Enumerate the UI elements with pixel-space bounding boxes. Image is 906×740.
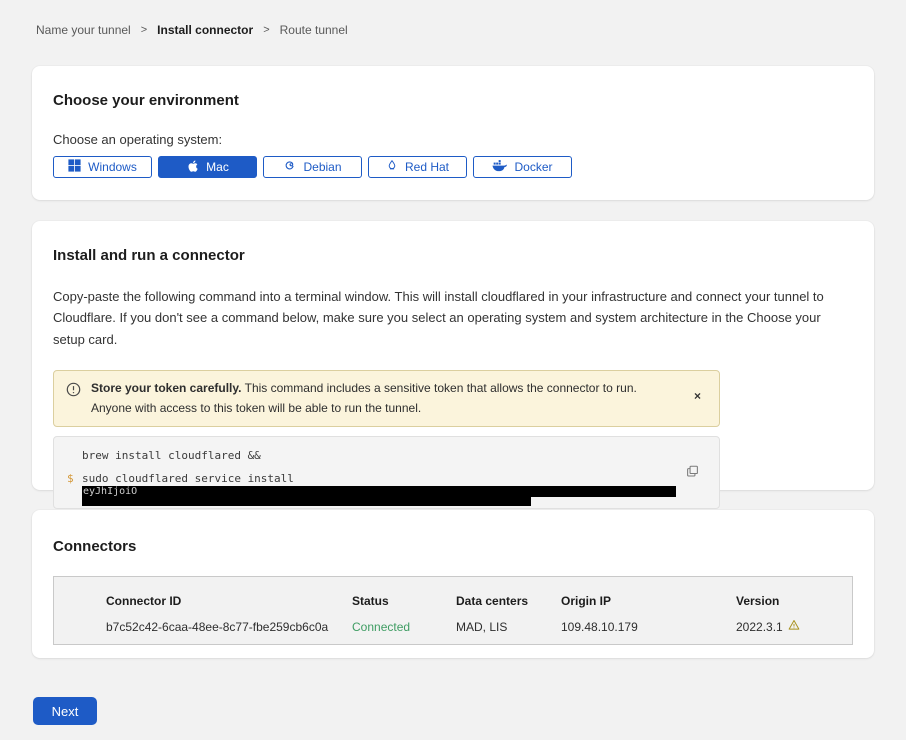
os-button-debian[interactable]: Debian [263, 156, 362, 178]
table-row: b7c52c42-6caa-48ee-8c77-fbe259cb6c0a Con… [106, 619, 852, 634]
column-header-version: Version [736, 594, 852, 608]
os-button-windows[interactable]: Windows [53, 156, 152, 178]
install-card-title: Install and run a connector [53, 247, 853, 264]
connector-id-value: b7c52c42-6caa-48ee-8c77-fbe259cb6c0a [106, 620, 352, 634]
os-button-label: Debian [303, 160, 341, 174]
breadcrumb-name-your-tunnel[interactable]: Name your tunnel [36, 23, 131, 37]
tunnel-setup-page: Name your tunnel > Install connector > R… [0, 0, 906, 740]
warning-title: Store your token carefully. [91, 381, 242, 395]
redacted-token-bar-2 [82, 497, 531, 506]
copy-icon[interactable] [684, 463, 701, 483]
redhat-icon [386, 159, 398, 175]
table-header-row: Connector ID Status Data centers Origin … [106, 594, 852, 608]
install-card: Install and run a connector Copy-paste t… [32, 221, 874, 490]
debian-icon [283, 159, 296, 175]
breadcrumb-install-connector[interactable]: Install connector [157, 23, 253, 37]
os-button-docker[interactable]: Docker [473, 156, 572, 178]
shell-prompt: $ [67, 472, 82, 485]
column-header-status: Status [352, 594, 456, 608]
redacted-token-bar: eyJhIjoiO [82, 486, 676, 497]
warning-triangle-icon [788, 619, 800, 634]
connectors-table: Connector ID Status Data centers Origin … [53, 576, 853, 645]
environment-card: Choose your environment Choose an operat… [32, 66, 874, 200]
os-button-label: Red Hat [405, 160, 449, 174]
breadcrumb-separator: > [141, 24, 147, 36]
environment-card-title: Choose your environment [53, 92, 853, 109]
os-select-label: Choose an operating system: [53, 132, 853, 147]
next-button[interactable]: Next [33, 697, 97, 725]
breadcrumb: Name your tunnel > Install connector > R… [0, 0, 906, 37]
column-header-origin-ip: Origin IP [561, 594, 736, 608]
code-line-brew: brew install cloudflared && [82, 449, 261, 462]
column-header-connector-id: Connector ID [106, 594, 352, 608]
apple-icon [186, 159, 199, 176]
version-cell: 2022.3.1 [736, 619, 852, 634]
os-button-label: Mac [206, 160, 229, 174]
breadcrumb-route-tunnel[interactable]: Route tunnel [280, 23, 348, 37]
origin-ip-value: 109.48.10.179 [561, 620, 736, 634]
breadcrumb-separator: > [263, 24, 269, 36]
version-value: 2022.3.1 [736, 620, 783, 634]
data-centers-value: MAD, LIS [456, 620, 561, 634]
install-command-code-block: brew install cloudflared && $ sudo cloud… [53, 436, 720, 509]
column-header-data-centers: Data centers [456, 594, 561, 608]
token-prefix: eyJhIjoiO [82, 486, 137, 497]
close-icon[interactable]: × [688, 387, 707, 405]
windows-icon [68, 159, 81, 175]
alert-circle-icon [66, 382, 81, 402]
connectors-card-title: Connectors [53, 538, 853, 555]
os-button-mac[interactable]: Mac [158, 156, 257, 178]
os-button-label: Docker [514, 160, 552, 174]
connectors-card: Connectors Connector ID Status Data cent… [32, 510, 874, 658]
docker-icon [492, 159, 507, 175]
status-badge: Connected [352, 620, 456, 634]
install-description: Copy-paste the following command into a … [53, 286, 851, 350]
warning-text: Store your token carefully. This command… [91, 379, 676, 417]
token-warning-banner: Store your token carefully. This command… [53, 370, 720, 426]
os-button-label: Windows [88, 160, 137, 174]
code-line-sudo: sudo cloudflared service install [82, 472, 294, 485]
os-button-redhat[interactable]: Red Hat [368, 156, 467, 178]
os-button-group: Windows Mac Debian Red Hat [53, 156, 853, 178]
